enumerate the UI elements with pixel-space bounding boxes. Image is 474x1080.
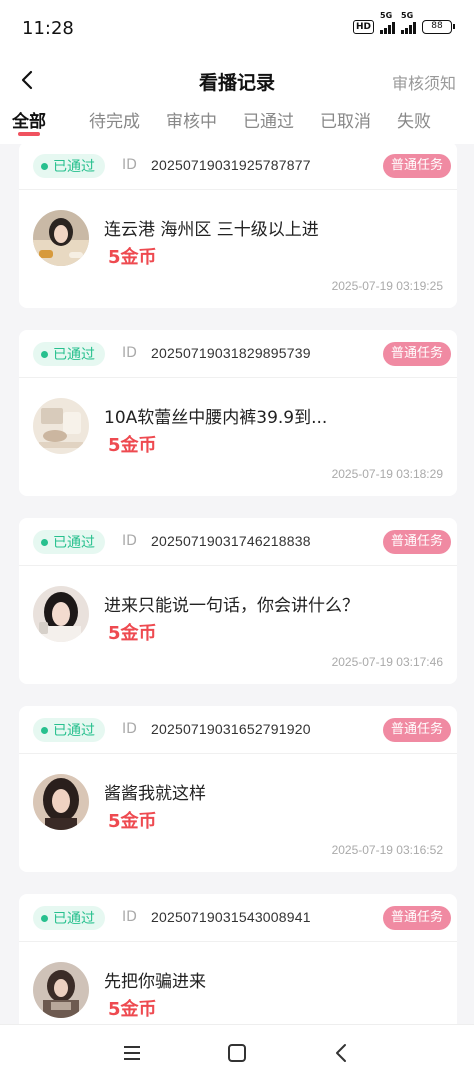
record-header: 已通过 ID 20250719031746218838 普通任务 [19,518,457,566]
record-header: 已通过 ID 20250719031829895739 普通任务 [19,330,457,378]
tab-approved[interactable]: 已通过 [243,102,320,144]
battery-icon: 88 [422,20,455,34]
record-card[interactable]: 已通过 ID 20250719031652791920 普通任务 酱酱我就这样 … [19,706,457,872]
avatar [33,962,89,1018]
id-label: ID [122,721,137,737]
record-header: 已通过 ID 20250719031543008941 普通任务 [19,894,457,942]
record-list[interactable]: 已通过 ID 20250719031925787877 普通任务 连云港 海州区… [0,144,474,1024]
record-card[interactable]: 已通过 ID 20250719031746218838 普通任务 进来只能说一句… [19,518,457,684]
record-id: 20250719031543008941 [151,909,311,925]
task-type-tag: 普通任务 [382,906,451,930]
avatar [33,398,89,454]
tab-all[interactable]: 全部 [12,102,89,144]
id-label: ID [122,533,137,549]
nav-bar: 看播记录 审核须知 [0,58,474,102]
live-room-title: 连云港 海州区 三十级以上进 [104,220,319,240]
record-header: 已通过 ID 20250719031652791920 普通任务 [19,706,457,754]
id-label: ID [122,909,137,925]
status-icons: HD 5G 5G 88 [352,11,455,34]
status-dot-icon [41,350,48,358]
record-id: 20250719031829895739 [151,345,311,361]
hd-icon: HD [352,20,374,34]
back-triangle-icon[interactable] [330,1041,354,1065]
signal-icon: 5G [401,11,416,34]
status-badge: 已通过 [33,530,105,554]
tab-failed[interactable]: 失败 [397,102,474,144]
status-dot-icon [41,538,48,546]
status-badge: 已通过 [33,154,105,178]
tab-label: 已通过 [243,112,294,132]
live-room-title: 进来只能说一句话，你会讲什么？ [104,596,359,616]
status-dot-icon [41,162,48,170]
reward-amount: 5金币 [108,247,157,268]
tab-pending[interactable]: 待完成 [89,102,166,144]
live-room-title: 酱酱我就这样 [104,784,206,804]
tab-label: 已取消 [320,112,371,132]
task-type-tag: 普通任务 [382,718,451,742]
status-badge: 已通过 [33,906,105,930]
tab-reviewing[interactable]: 审核中 [166,102,243,144]
record-time: 2025-07-19 03:16:52 [331,843,443,857]
status-dot-icon [41,726,48,734]
record-id: 20250719031652791920 [151,721,311,737]
clock: 11:28 [22,18,74,39]
active-tab-indicator [18,132,40,136]
tab-label: 全部 [12,112,46,132]
id-label: ID [122,345,137,361]
reward-amount: 5金币 [108,999,157,1020]
chevron-left-icon[interactable] [12,64,44,96]
task-type-tag: 普通任务 [382,342,451,366]
record-card[interactable]: 已通过 ID 20250719031543008941 普通任务 先把你骗进来 … [19,894,457,1024]
status-dot-icon [41,914,48,922]
reward-amount: 5金币 [108,623,157,644]
filter-tabs: 全部 待完成 审核中 已通过 已取消 失败 [0,102,474,144]
home-square-icon[interactable] [225,1041,249,1065]
record-id: 20250719031925787877 [151,157,311,173]
review-rules-link[interactable]: 审核须知 [392,70,456,94]
task-type-tag: 普通任务 [382,530,451,554]
record-header: 已通过 ID 20250719031925787877 普通任务 [19,144,457,190]
task-type-tag: 普通任务 [382,154,451,178]
menu-icon[interactable] [120,1041,144,1065]
live-room-title: 10A软蕾丝中腰内裤39.9到... [104,408,328,428]
id-label: ID [122,157,137,173]
tab-label: 待完成 [89,112,140,132]
tab-cancelled[interactable]: 已取消 [320,102,397,144]
avatar [33,586,89,642]
record-time: 2025-07-19 03:19:25 [331,279,443,293]
record-card[interactable]: 已通过 ID 20250719031925787877 普通任务 连云港 海州区… [19,144,457,308]
record-time: 2025-07-19 03:17:46 [331,655,443,669]
status-bar: 11:28 HD 5G 5G 88 [0,0,474,58]
tab-label: 失败 [397,112,431,132]
status-badge: 已通过 [33,342,105,366]
record-card[interactable]: 已通过 ID 20250719031829895739 普通任务 10A软蕾丝中… [19,330,457,496]
status-badge: 已通过 [33,718,105,742]
reward-amount: 5金币 [108,811,157,832]
live-room-title: 先把你骗进来 [104,972,206,992]
avatar [33,774,89,830]
avatar [33,210,89,266]
reward-amount: 5金币 [108,435,157,456]
signal-icon: 5G [380,11,395,34]
record-id: 20250719031746218838 [151,533,311,549]
system-nav-bar [0,1024,474,1080]
tab-label: 审核中 [166,112,217,132]
record-time: 2025-07-19 03:18:29 [331,467,443,481]
